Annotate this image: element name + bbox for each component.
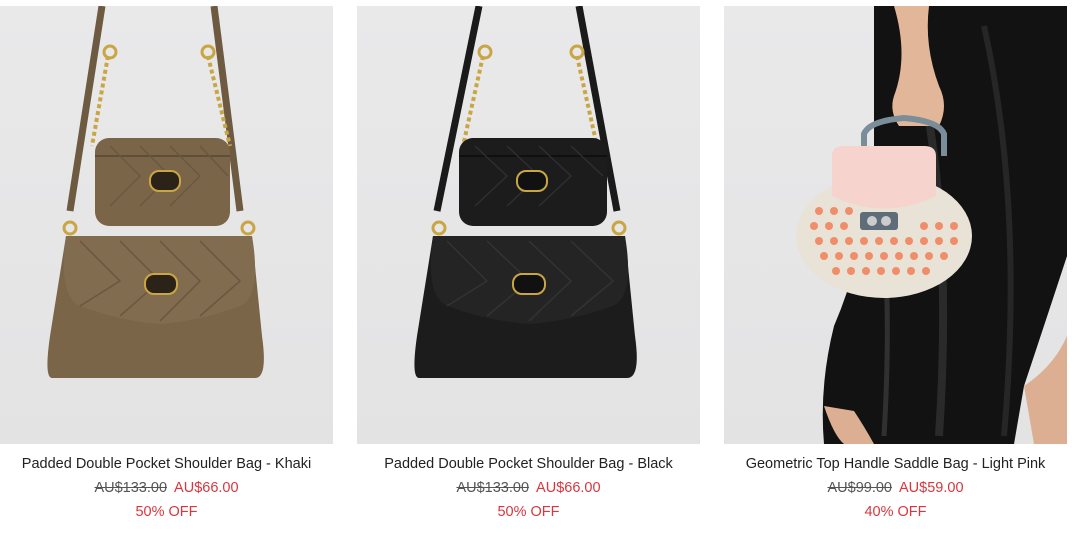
- sale-price: AU$59.00: [899, 480, 964, 496]
- discount-label: 50% OFF: [497, 504, 560, 520]
- price-line: AU$133.00 AU$66.00: [0, 478, 333, 498]
- sale-price: AU$66.00: [536, 480, 601, 496]
- product-image[interactable]: [0, 6, 333, 444]
- discount-label: 50% OFF: [135, 504, 198, 520]
- product-image[interactable]: [724, 6, 1067, 444]
- product-name[interactable]: Geometric Top Handle Saddle Bag - Light …: [724, 454, 1067, 474]
- product-card[interactable]: Geometric Top Handle Saddle Bag - Light …: [724, 6, 1067, 522]
- product-grid: Padded Double Pocket Shoulder Bag - Khak…: [0, 0, 1080, 535]
- price-line: AU$133.00 AU$66.00: [357, 478, 700, 498]
- original-price: AU$133.00: [94, 480, 168, 496]
- product-info: Padded Double Pocket Shoulder Bag - Khak…: [0, 444, 333, 522]
- product-info: Padded Double Pocket Shoulder Bag - Blac…: [357, 444, 700, 522]
- discount-label: 40% OFF: [864, 504, 927, 520]
- sale-price: AU$66.00: [174, 480, 239, 496]
- product-info: Geometric Top Handle Saddle Bag - Light …: [724, 444, 1067, 522]
- product-name[interactable]: Padded Double Pocket Shoulder Bag - Blac…: [357, 454, 700, 474]
- product-image[interactable]: [357, 6, 700, 444]
- product-name[interactable]: Padded Double Pocket Shoulder Bag - Khak…: [0, 454, 333, 474]
- product-card[interactable]: Padded Double Pocket Shoulder Bag - Khak…: [0, 6, 333, 522]
- original-price: AU$99.00: [827, 480, 892, 496]
- original-price: AU$133.00: [456, 480, 530, 496]
- price-line: AU$99.00 AU$59.00: [724, 478, 1067, 498]
- product-card[interactable]: Padded Double Pocket Shoulder Bag - Blac…: [357, 6, 700, 522]
